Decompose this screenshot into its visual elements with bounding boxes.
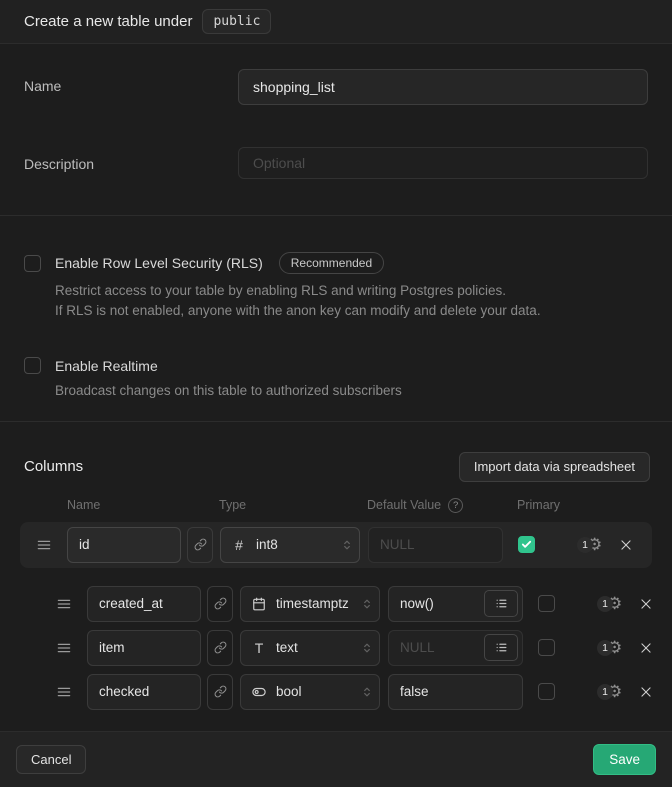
table-options-section: Enable Row Level Security (RLS) Recommen… [0, 216, 672, 422]
calendar-icon [251, 597, 267, 611]
link-icon [214, 597, 227, 610]
column-default-field [388, 586, 523, 622]
schema-badge: public [202, 9, 271, 35]
table-meta-section: Name Description [0, 44, 672, 216]
column-row: # int8 1 [20, 522, 652, 568]
column-default-field [388, 674, 523, 710]
delete-column-button[interactable] [639, 641, 653, 655]
rls-checkbox[interactable] [24, 255, 41, 272]
primary-checkbox[interactable] [518, 536, 535, 553]
dialog-footer: Cancel Save [0, 731, 672, 787]
delete-column-button[interactable] [639, 597, 653, 611]
create-table-dialog: Create a new table under public Name Des… [0, 0, 672, 787]
chevrons-up-down-icon [360, 684, 374, 700]
column-type-select[interactable]: T text [240, 630, 380, 666]
settings-count-badge: 1 [597, 684, 613, 700]
chevrons-up-down-icon [340, 537, 354, 553]
column-default-input[interactable] [400, 684, 518, 699]
column-name-input[interactable] [87, 674, 201, 710]
primary-checkbox[interactable] [538, 639, 555, 656]
x-icon [639, 597, 653, 611]
x-icon [619, 538, 633, 552]
foreign-key-button[interactable] [207, 674, 233, 710]
column-default-input[interactable] [380, 537, 498, 552]
realtime-option: Enable Realtime Broadcast changes on thi… [24, 357, 648, 401]
rls-description: Restrict access to your table by enablin… [55, 281, 648, 321]
columns-title: Columns [24, 458, 83, 475]
header-name: Name [67, 498, 219, 512]
drag-handle-icon[interactable] [56, 684, 72, 700]
columns-header-row: Name Type Default Value ? Primary [0, 498, 672, 513]
list-icon [495, 641, 508, 654]
rls-label: Enable Row Level Security (RLS) [55, 255, 263, 271]
primary-checkbox[interactable] [538, 595, 555, 612]
description-label: Description [24, 147, 238, 172]
chevrons-up-down-icon [360, 596, 374, 612]
toggle-icon [251, 685, 267, 699]
column-settings-button[interactable]: 1 ⚙ [597, 683, 629, 700]
link-icon [194, 538, 207, 551]
import-spreadsheet-button[interactable]: Import data via spreadsheet [459, 452, 650, 482]
column-row: timestamptz 1 [20, 586, 652, 622]
help-icon[interactable]: ? [448, 498, 463, 513]
rls-option: Enable Row Level Security (RLS) Recommen… [24, 252, 648, 321]
default-suggestions-button[interactable] [484, 634, 518, 661]
settings-count-badge: 1 [597, 640, 613, 656]
column-default-input[interactable] [400, 596, 484, 611]
settings-count-badge: 1 [597, 596, 613, 612]
drag-handle-icon[interactable] [36, 537, 52, 553]
foreign-key-button[interactable] [207, 586, 233, 622]
columns-section: Columns Import data via spreadsheet Name… [0, 422, 672, 731]
column-row: bool 1 ⚙ [20, 674, 652, 710]
cancel-button[interactable]: Cancel [16, 745, 86, 775]
name-label: Name [24, 69, 238, 94]
column-row: T text 1 [20, 630, 652, 666]
save-button[interactable]: Save [593, 744, 656, 775]
hash-icon: # [231, 537, 247, 553]
drag-handle-icon[interactable] [56, 640, 72, 656]
dialog-header: Create a new table under public [0, 0, 672, 44]
column-settings-button[interactable]: 1 ⚙ [597, 595, 629, 612]
column-default-field [388, 630, 523, 666]
default-suggestions-button[interactable] [484, 590, 518, 617]
column-default-input[interactable] [400, 640, 484, 655]
column-default-field [368, 527, 503, 563]
drag-handle-icon[interactable] [56, 596, 72, 612]
dialog-title: Create a new table under [24, 13, 192, 30]
column-type-select[interactable]: # int8 [220, 527, 360, 563]
delete-column-button[interactable] [639, 685, 653, 699]
foreign-key-button[interactable] [207, 630, 233, 666]
column-settings-button[interactable]: 1 ⚙ [577, 536, 609, 553]
recommended-badge: Recommended [279, 252, 384, 274]
delete-column-button[interactable] [619, 538, 633, 552]
header-type: Type [219, 498, 367, 512]
column-type-select[interactable]: timestamptz [240, 586, 380, 622]
column-type-select[interactable]: bool [240, 674, 380, 710]
column-name-input[interactable] [67, 527, 181, 563]
primary-checkbox[interactable] [538, 683, 555, 700]
list-icon [495, 597, 508, 610]
x-icon [639, 685, 653, 699]
header-primary: Primary [517, 498, 560, 512]
link-icon [214, 641, 227, 654]
header-default-value: Default Value ? [367, 498, 517, 513]
settings-count-badge: 1 [577, 537, 593, 553]
link-icon [214, 685, 227, 698]
column-name-input[interactable] [87, 586, 201, 622]
realtime-checkbox[interactable] [24, 357, 41, 374]
column-name-input[interactable] [87, 630, 201, 666]
column-settings-button[interactable]: 1 ⚙ [597, 639, 629, 656]
table-description-input[interactable] [238, 147, 648, 179]
table-name-input[interactable] [238, 69, 648, 105]
foreign-key-button[interactable] [187, 527, 213, 563]
chevrons-up-down-icon [360, 640, 374, 656]
realtime-description: Broadcast changes on this table to autho… [55, 381, 648, 401]
realtime-label: Enable Realtime [55, 358, 158, 374]
check-icon [521, 539, 532, 550]
text-icon: T [251, 640, 267, 656]
x-icon [639, 641, 653, 655]
